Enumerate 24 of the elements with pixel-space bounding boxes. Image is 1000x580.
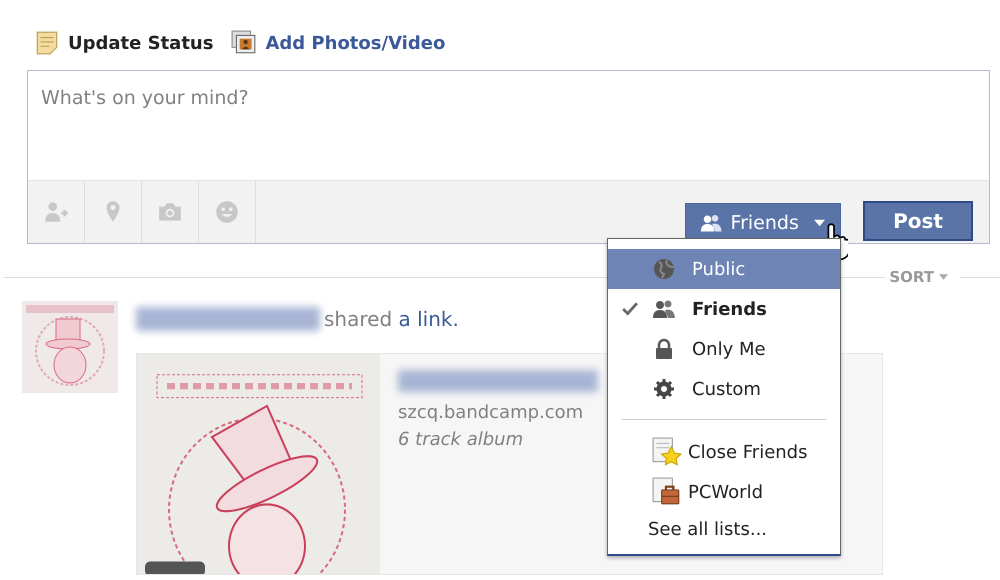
caret-icon xyxy=(812,218,826,228)
composer-tab[interactable]: Update Status xyxy=(34,26,214,60)
link[interactable]: a link. xyxy=(398,307,459,331)
globe-icon xyxy=(652,257,676,281)
link-domain: szcq.bandcamp.com xyxy=(398,402,584,423)
menu-item[interactable]: Public xyxy=(608,249,840,289)
menu-item[interactable]: Custom xyxy=(608,369,840,409)
photo-icon xyxy=(231,30,258,56)
story-headline: shared a link. xyxy=(324,307,459,331)
menu-item[interactable]: Close Friends xyxy=(608,432,840,472)
caret-icon xyxy=(939,274,948,280)
gear-icon xyxy=(652,377,676,401)
menu-item[interactable]: See all lists... xyxy=(608,512,840,546)
briefcase-list-icon xyxy=(652,477,682,507)
menu-item[interactable]: Friends xyxy=(608,289,840,329)
post-button[interactable]: Post xyxy=(863,201,973,241)
note-icon xyxy=(34,30,60,56)
status-input[interactable]: What's on your mind? xyxy=(27,70,990,180)
link-caption: 6 track album xyxy=(398,429,524,450)
checkmark-icon xyxy=(622,302,638,316)
smiley-icon[interactable] xyxy=(214,199,240,225)
star-list-icon xyxy=(652,437,682,467)
composer-tab[interactable]: Add Photos/Video xyxy=(231,26,446,60)
menu-item[interactable]: PCWorld xyxy=(608,472,840,512)
